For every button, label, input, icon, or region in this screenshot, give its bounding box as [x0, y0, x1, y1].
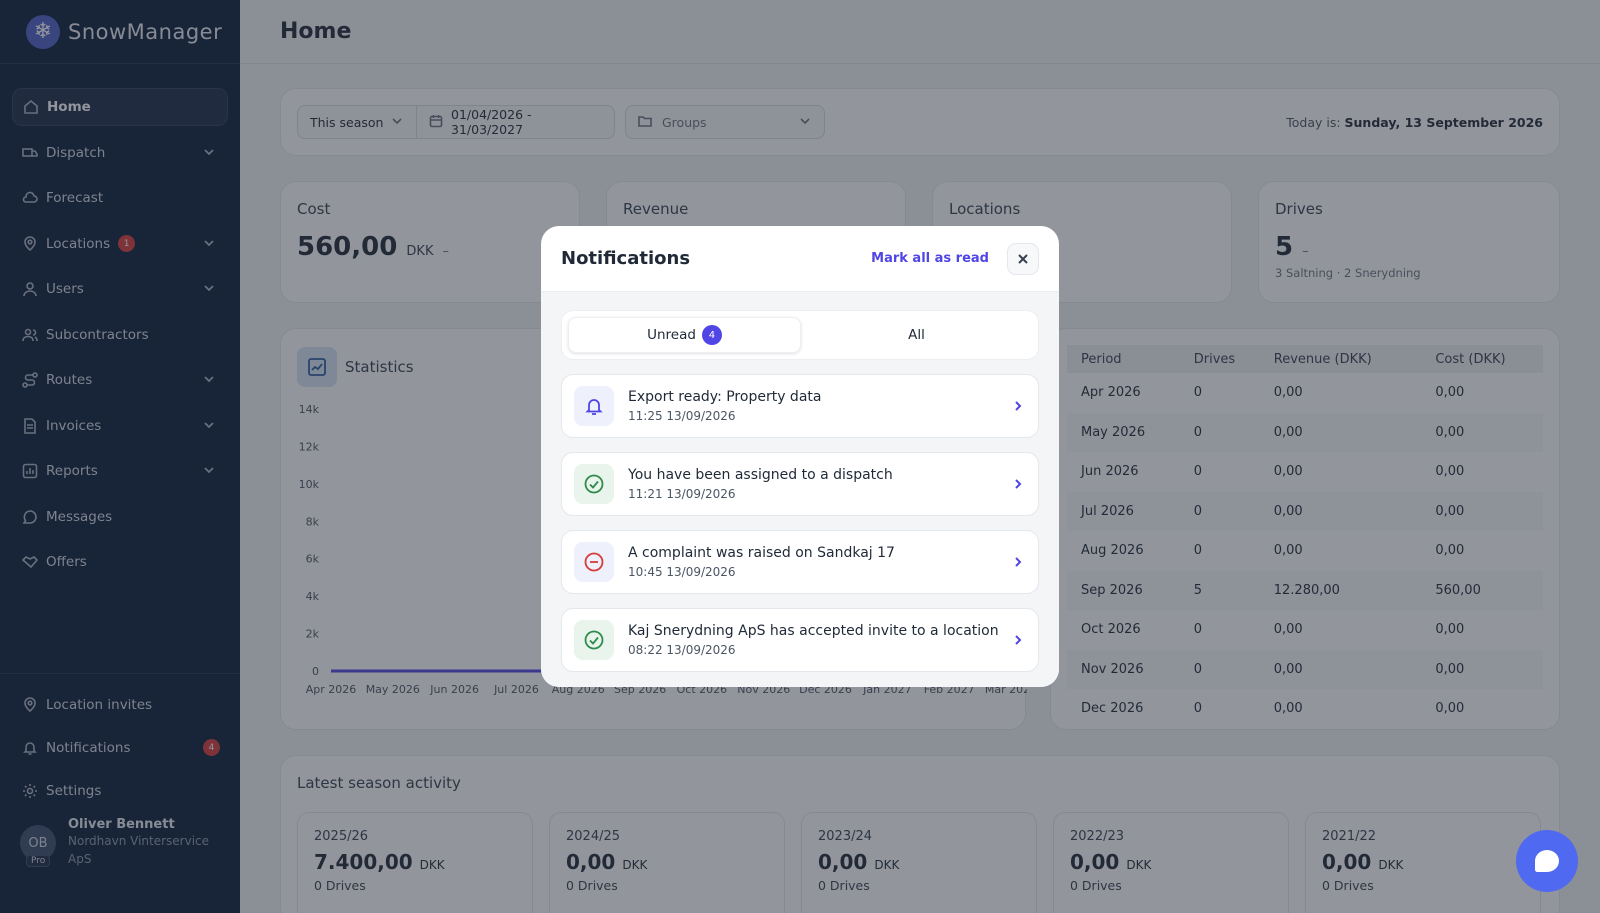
- unread-count-badge: 4: [701, 325, 722, 345]
- chevron-right-icon: [1012, 634, 1024, 650]
- modal-body: Unread 4 All Export ready: Property data…: [541, 292, 1059, 687]
- notifications-modal: Notifications Mark all as read Unread 4 …: [541, 226, 1059, 687]
- notification-item[interactable]: Kaj Snerydning ApS has accepted invite t…: [561, 608, 1039, 672]
- notification-title: You have been assigned to a dispatch: [628, 467, 893, 483]
- notification-item[interactable]: You have been assigned to a dispatch 11:…: [561, 452, 1039, 516]
- notification-item[interactable]: Export ready: Property data 11:25 13/09/…: [561, 374, 1039, 438]
- notification-title: A complaint was raised on Sandkaj 17: [628, 545, 895, 561]
- close-button[interactable]: [1007, 242, 1039, 275]
- check-circle-icon: [574, 464, 614, 504]
- tab-all-label: All: [908, 327, 925, 343]
- notification-tabs: Unread 4 All: [561, 310, 1039, 360]
- notification-title: Kaj Snerydning ApS has accepted invite t…: [628, 623, 999, 639]
- notification-time: 11:25 13/09/2026: [628, 409, 736, 423]
- modal-header: Notifications Mark all as read: [541, 226, 1059, 292]
- tab-all[interactable]: All: [801, 317, 1032, 353]
- tab-unread-label: Unread: [647, 327, 696, 343]
- chevron-right-icon: [1012, 478, 1024, 494]
- minus-circle-icon: [574, 542, 614, 582]
- chat-bubble-icon: [1535, 850, 1559, 872]
- bell-icon: [574, 386, 614, 426]
- tab-unread[interactable]: Unread 4: [568, 317, 801, 353]
- chevron-right-icon: [1012, 556, 1024, 572]
- notification-title: Export ready: Property data: [628, 389, 822, 405]
- notification-item[interactable]: A complaint was raised on Sandkaj 17 10:…: [561, 530, 1039, 594]
- notification-time: 08:22 13/09/2026: [628, 643, 736, 657]
- chat-button[interactable]: [1516, 830, 1578, 892]
- close-icon: [1018, 253, 1028, 264]
- notification-time: 10:45 13/09/2026: [628, 565, 736, 579]
- notification-time: 11:21 13/09/2026: [628, 487, 736, 501]
- chevron-right-icon: [1012, 400, 1024, 416]
- modal-title: Notifications: [561, 248, 691, 269]
- check-circle-icon: [574, 620, 614, 660]
- mark-all-read-button[interactable]: Mark all as read: [871, 251, 989, 266]
